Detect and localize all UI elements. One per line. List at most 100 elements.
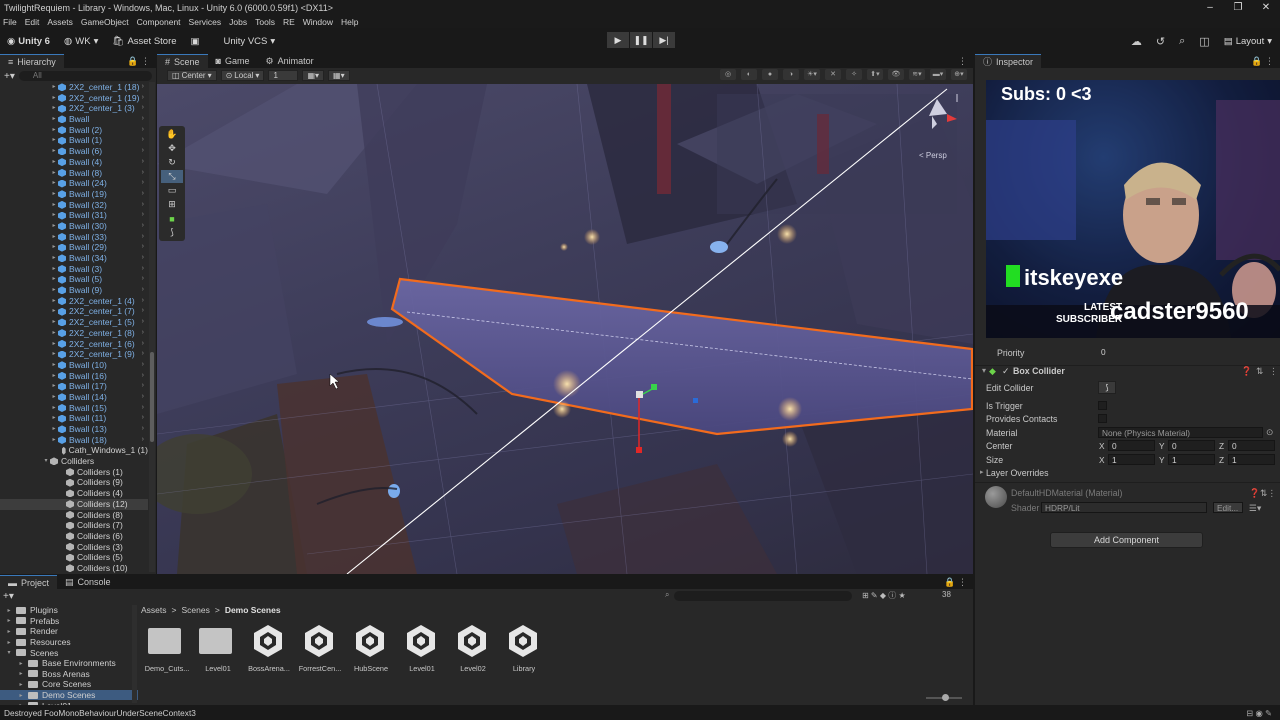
- foldout-arrow-icon[interactable]: ▸: [50, 328, 58, 339]
- folder-item[interactable]: ▸ Demo Scenes: [0, 689, 138, 701]
- open-prefab-icon[interactable]: ›: [142, 157, 144, 168]
- open-prefab-icon[interactable]: ›: [142, 168, 144, 179]
- folder-item[interactable]: ▾ Scenes: [0, 647, 138, 658]
- foldout-arrow-icon[interactable]: ▸: [4, 628, 14, 635]
- hierarchy-item[interactable]: ▸ Bwall (1) ›: [0, 135, 148, 146]
- foldout-arrow-icon[interactable]: ▸: [50, 371, 58, 382]
- foldout-arrow-icon[interactable]: ▸: [50, 403, 58, 414]
- open-prefab-icon[interactable]: ›: [142, 125, 144, 136]
- material-help-icon[interactable]: ❓⇅⋮: [1249, 488, 1276, 499]
- hierarchy-item[interactable]: ▸ 2X2_center_1 (6) ›: [0, 339, 148, 350]
- transform-tool-icon[interactable]: ⊞: [161, 198, 183, 211]
- icon-size-slider-thumb[interactable]: [942, 694, 949, 701]
- open-prefab-icon[interactable]: ›: [142, 317, 144, 328]
- status-icons[interactable]: ⊟ ◉ ✎: [1246, 708, 1272, 718]
- asset-scene[interactable]: Level01: [400, 623, 444, 673]
- foldout-arrow-icon[interactable]: ▸: [50, 114, 58, 125]
- draw-mode-icon[interactable]: ◎: [720, 69, 736, 80]
- hierarchy-item[interactable]: ▸ 2X2_center_1 (19) ›: [0, 93, 148, 104]
- hierarchy-scroll-thumb[interactable]: [150, 352, 154, 442]
- project-search-icon[interactable]: ⌕: [665, 590, 669, 600]
- tab-inspector[interactable]: ⓘ Inspector: [975, 54, 1042, 68]
- hierarchy-item[interactable]: ▸ Bwall (5) ›: [0, 274, 148, 285]
- menu-edit[interactable]: Edit: [25, 17, 40, 27]
- foldout-arrow-icon[interactable]: ▸: [50, 413, 58, 424]
- foldout-arrow-icon[interactable]: ▸: [50, 135, 58, 146]
- add-component-button[interactable]: Add Component: [1050, 532, 1203, 548]
- foldout-arrow-icon[interactable]: ▸: [50, 125, 58, 136]
- open-prefab-icon[interactable]: ›: [142, 232, 144, 243]
- cloud-icon[interactable]: ☁: [1131, 35, 1142, 48]
- hierarchy-item[interactable]: ▸ 2X2_center_1 (3) ›: [0, 103, 148, 114]
- open-prefab-icon[interactable]: ›: [142, 306, 144, 317]
- layout-dropdown[interactable]: ▤ Layout ▾: [1224, 32, 1272, 50]
- foldout-arrow-icon[interactable]: ▸: [16, 660, 26, 667]
- pause-button[interactable]: ❚❚: [630, 32, 652, 48]
- open-prefab-icon[interactable]: ›: [142, 253, 144, 264]
- size-z-field[interactable]: 1: [1228, 454, 1275, 465]
- minimize-button[interactable]: –: [1196, 2, 1224, 13]
- foldout-arrow-icon[interactable]: ▸: [50, 178, 58, 189]
- foldout-arrow-icon[interactable]: ▸: [50, 360, 58, 371]
- layer-overrides-foldout[interactable]: Layer Overrides: [986, 468, 1049, 478]
- menu-assets[interactable]: Assets: [47, 17, 73, 27]
- lock-icon[interactable]: 🔒 ⋮: [127, 56, 150, 67]
- foldout-arrow-icon[interactable]: ▸: [50, 232, 58, 243]
- foldout-arrow-icon[interactable]: ▾: [982, 366, 986, 375]
- open-prefab-icon[interactable]: ›: [142, 114, 144, 125]
- open-prefab-icon[interactable]: ›: [142, 371, 144, 382]
- menu-file[interactable]: File: [3, 17, 17, 27]
- visibility-icon[interactable]: 👁: [888, 69, 904, 80]
- menu-help[interactable]: Help: [341, 17, 358, 27]
- foldout-arrow-icon[interactable]: ▸: [50, 93, 58, 104]
- camera-icon[interactable]: ⬆▾: [867, 69, 883, 80]
- open-prefab-icon[interactable]: ›: [142, 403, 144, 414]
- provides-contacts-checkbox[interactable]: [1098, 414, 1107, 423]
- play-button[interactable]: ▶: [607, 32, 629, 48]
- lighting-icon[interactable]: ◑: [783, 69, 799, 80]
- hierarchy-item[interactable]: ▸ 2X2_center_1 (9) ›: [0, 349, 148, 360]
- folder-item[interactable]: ▸ Base Environments: [0, 658, 138, 669]
- breadcrumb-assets[interactable]: Assets: [141, 605, 167, 615]
- open-prefab-icon[interactable]: ›: [142, 178, 144, 189]
- menu-jobs[interactable]: Jobs: [229, 17, 247, 27]
- grid-snap-field[interactable]: 1: [268, 69, 299, 81]
- hierarchy-item[interactable]: ▸ Bwall (10) ›: [0, 360, 148, 371]
- hierarchy-item[interactable]: ▸ Bwall (19) ›: [0, 189, 148, 200]
- hierarchy-item[interactable]: ▾ Colliders: [0, 456, 148, 467]
- foldout-arrow-icon[interactable]: ▸: [50, 82, 58, 93]
- open-prefab-icon[interactable]: ›: [142, 328, 144, 339]
- project-lock-icon[interactable]: 🔒 ⋮: [944, 577, 967, 588]
- step-button[interactable]: ▶|: [653, 32, 675, 48]
- hierarchy-item[interactable]: Colliders (9): [0, 477, 148, 488]
- close-button[interactable]: ✕: [1252, 2, 1280, 13]
- tab-hierarchy[interactable]: ≡ Hierarchy: [0, 54, 64, 68]
- foldout-arrow-icon[interactable]: ▸: [50, 285, 58, 296]
- perspective-label[interactable]: < Persp: [919, 151, 947, 160]
- hierarchy-item[interactable]: ▸ Bwall (11) ›: [0, 413, 148, 424]
- hierarchy-item[interactable]: Colliders (4): [0, 488, 148, 499]
- open-prefab-icon[interactable]: ›: [142, 189, 144, 200]
- hierarchy-item[interactable]: Cath_Windows_1 (1): [0, 445, 148, 456]
- open-prefab-icon[interactable]: ›: [142, 274, 144, 285]
- foldout-arrow-icon[interactable]: ▸: [50, 210, 58, 221]
- open-prefab-icon[interactable]: ›: [142, 103, 144, 114]
- account-dropdown[interactable]: ◍ WK ▾: [57, 32, 105, 50]
- material-field[interactable]: None (Physics Material): [1098, 427, 1263, 438]
- foldout-arrow-icon[interactable]: ▸: [50, 157, 58, 168]
- camera-settings-icon[interactable]: ▬▾: [930, 69, 946, 80]
- menu-component[interactable]: Component: [137, 17, 181, 27]
- hierarchy-item[interactable]: ▸ Bwall (18) ›: [0, 435, 148, 446]
- hierarchy-item[interactable]: ▸ Bwall ›: [0, 114, 148, 125]
- component-help-icon[interactable]: ❓: [1241, 366, 1252, 377]
- size-x-field[interactable]: 1: [1108, 454, 1155, 465]
- foldout-arrow-icon[interactable]: ▸: [50, 274, 58, 285]
- priority-field[interactable]: 0: [1098, 347, 1273, 358]
- folder-tree-scrollbar[interactable]: [132, 605, 137, 703]
- layers-icon[interactable]: ≋▾: [909, 69, 925, 80]
- hierarchy-item[interactable]: Colliders (3): [0, 542, 148, 553]
- pivot-dropdown[interactable]: ◫ Center ▾: [167, 69, 217, 81]
- folder-item[interactable]: ▸ Core Scenes: [0, 679, 138, 690]
- hierarchy-item[interactable]: Colliders (12): [0, 498, 148, 510]
- hierarchy-item[interactable]: Colliders (1): [0, 467, 148, 478]
